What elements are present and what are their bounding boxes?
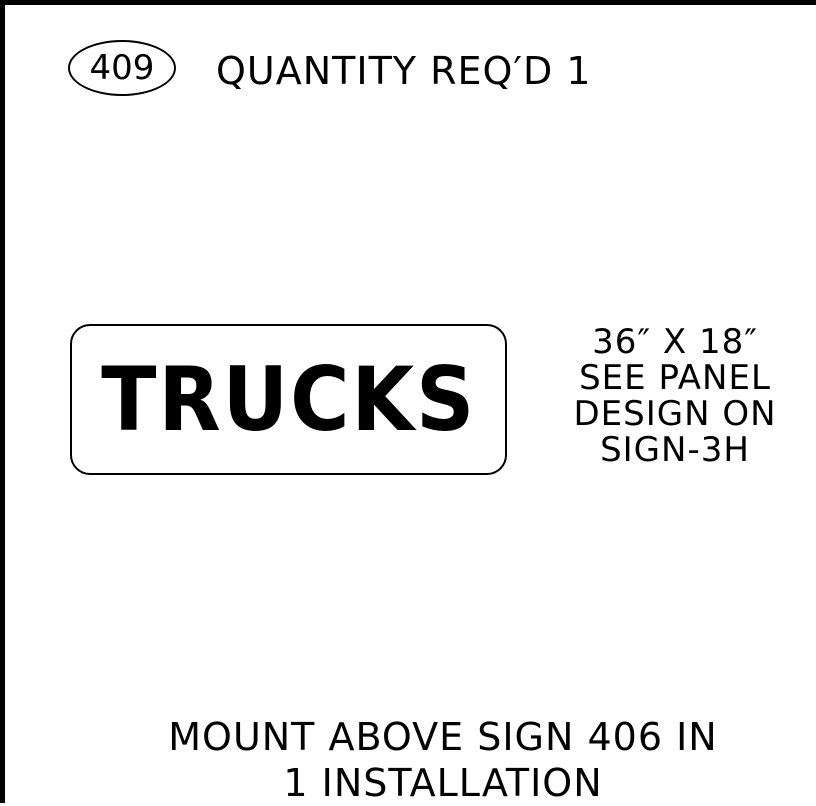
sign-legend: TRUCKS (101, 347, 476, 451)
quantity-required: QUANTITY REQ′D 1 (216, 49, 592, 93)
panel-size: 36″ X 18″ (592, 322, 758, 362)
sign-number-oval: 409 (68, 40, 176, 96)
mounting-instructions: MOUNT ABOVE SIGN 406 IN 1 INSTALLATION (0, 714, 816, 806)
panel-note-line: SEE PANEL (579, 358, 771, 398)
panel-note-line: SIGN-3H (600, 430, 750, 470)
mounting-line: 1 INSTALLATION (283, 761, 603, 805)
panel-notes: 36″ X 18″ SEE PANEL DESIGN ON SIGN-3H (540, 324, 810, 468)
panel-note-line: DESIGN ON (573, 394, 777, 434)
sign-number: 409 (89, 48, 155, 88)
mounting-line: MOUNT ABOVE SIGN 406 IN (168, 715, 718, 759)
sign-panel: TRUCKS (70, 324, 507, 475)
